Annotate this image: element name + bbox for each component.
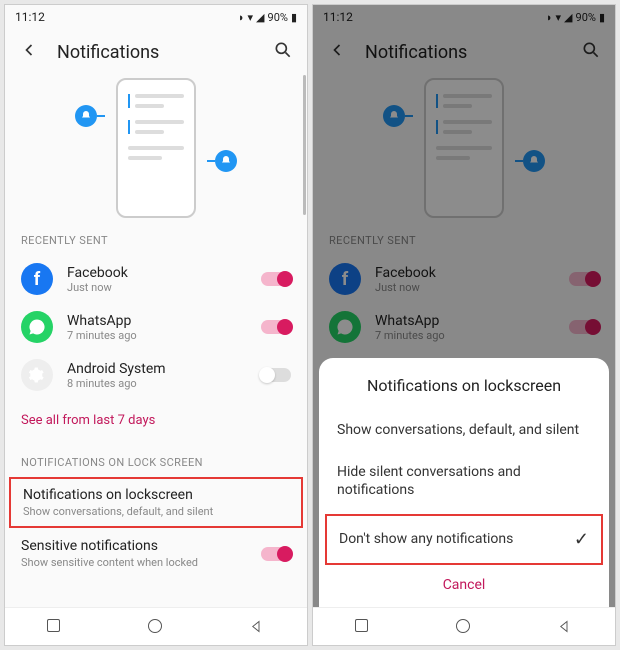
app-row-android-system[interactable]: Android System 8 minutes ago [5, 351, 307, 399]
section-lockscreen: NOTIFICATIONS ON LOCK SCREEN [5, 442, 307, 477]
status-icons: ◗ ▾ ◢ 90% ▮ [238, 11, 297, 24]
dialog-lockscreen-options: Notifications on lockscreen Show convers… [319, 358, 609, 607]
battery-pct: 90% [268, 11, 288, 24]
dialog-cancel-button[interactable]: Cancel [319, 567, 609, 597]
app-time: Just now [67, 281, 247, 294]
bell-icon [215, 150, 237, 172]
signal-icon: ◢ [256, 11, 264, 24]
app-time: 8 minutes ago [67, 377, 247, 390]
nav-back-icon[interactable] [557, 619, 573, 635]
toggle-sensitive[interactable] [261, 547, 291, 561]
header: Notifications [5, 29, 307, 75]
app-name: WhatsApp [67, 313, 247, 329]
phone-left: 11:12 ◗ ▾ ◢ 90% ▮ Notifications [4, 4, 308, 646]
back-icon[interactable] [19, 40, 39, 64]
dialog-title: Notifications on lockscreen [319, 376, 609, 395]
bell-icon [75, 105, 97, 127]
phone-mock-icon [116, 78, 196, 218]
search-icon[interactable] [273, 40, 293, 64]
vibrate-icon: ◗ [238, 11, 245, 24]
whatsapp-icon [21, 311, 53, 343]
toggle-whatsapp[interactable] [261, 320, 291, 334]
facebook-icon: f [21, 263, 53, 295]
page-title: Notifications [57, 42, 255, 63]
nav-home-icon[interactable] [148, 619, 164, 635]
nav-recent-icon[interactable] [47, 619, 63, 635]
nav-back-icon[interactable] [249, 619, 265, 635]
setting-title: Notifications on lockscreen [23, 487, 289, 503]
toggle-android-system[interactable] [261, 368, 291, 382]
setting-sub: Show conversations, default, and silent [23, 505, 289, 518]
app-row-facebook[interactable]: f Facebook Just now [5, 255, 307, 303]
phone-right: 11:12 ◗ ▾ ◢ 90% ▮ Notifications [312, 4, 616, 646]
setting-notifications-lockscreen[interactable]: Notifications on lockscreen Show convers… [9, 477, 303, 528]
dialog-option-hide-silent[interactable]: Hide silent conversations and notificati… [319, 451, 609, 511]
settings-icon [21, 359, 53, 391]
nav-bar [5, 607, 307, 645]
wifi-icon: ▾ [248, 11, 254, 24]
status-time: 11:12 [15, 10, 45, 24]
app-row-whatsapp[interactable]: WhatsApp 7 minutes ago [5, 303, 307, 351]
setting-sensitive-notifications[interactable]: Sensitive notifications Show sensitive c… [5, 528, 307, 579]
status-bar: 11:12 ◗ ▾ ◢ 90% ▮ [5, 5, 307, 29]
dialog-option-show-all[interactable]: Show conversations, default, and silent [319, 409, 609, 451]
app-name: Android System [67, 361, 247, 377]
app-name: Facebook [67, 265, 247, 281]
nav-recent-icon[interactable] [355, 619, 371, 635]
app-time: 7 minutes ago [67, 329, 247, 342]
section-recently-sent: RECENTLY SENT [5, 220, 307, 255]
nav-home-icon[interactable] [456, 619, 472, 635]
setting-sub: Show sensitive content when locked [21, 556, 261, 569]
dialog-option-dont-show[interactable]: Don't show any notifications ✓ [325, 514, 603, 565]
illustration [5, 75, 307, 220]
setting-title: Sensitive notifications [21, 538, 261, 554]
nav-bar [313, 607, 615, 645]
check-icon: ✓ [574, 528, 589, 551]
battery-icon: ▮ [291, 11, 297, 24]
toggle-facebook[interactable] [261, 272, 291, 286]
see-all-link[interactable]: See all from last 7 days [5, 399, 307, 442]
